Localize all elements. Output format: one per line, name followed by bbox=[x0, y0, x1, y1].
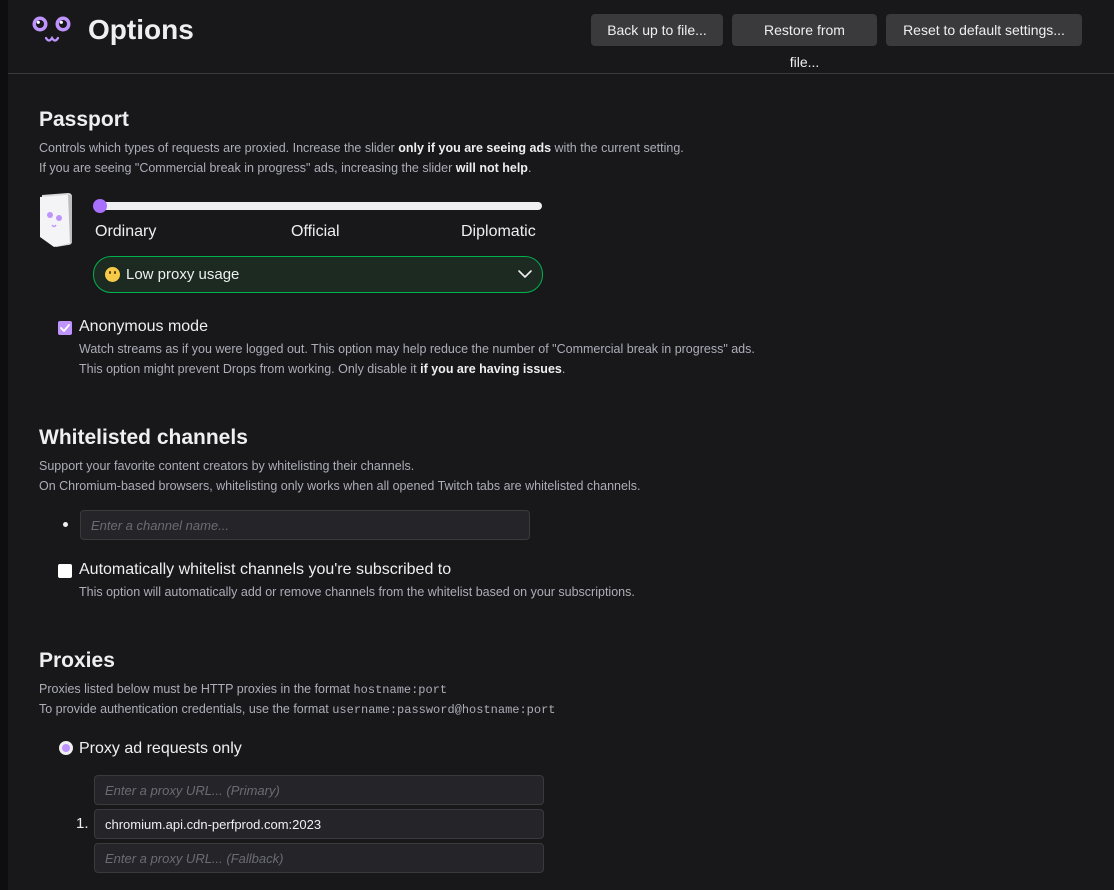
proxies-description-1: Proxies listed below must be HTTP proxie… bbox=[39, 682, 448, 697]
passport-description-1: Controls which types of requests are pro… bbox=[39, 141, 684, 155]
anonymous-mode-description-2: This option might prevent Drops from wor… bbox=[79, 362, 566, 376]
whitelist-heading: Whitelisted channels bbox=[39, 426, 248, 449]
passport-heading: Passport bbox=[39, 108, 129, 131]
whitelist-description-2: On Chromium-based browsers, whitelisting… bbox=[39, 479, 641, 493]
passport-icon bbox=[40, 193, 72, 247]
proxy-usage-dropdown[interactable]: Low proxy usage bbox=[93, 256, 543, 293]
proxy-ad-requests-label: Proxy ad requests only bbox=[79, 740, 242, 757]
auto-whitelist-checkbox[interactable] bbox=[58, 564, 72, 578]
auto-whitelist-label: Automatically whitelist channels you're … bbox=[79, 561, 452, 578]
whitelist-description-1: Support your favorite content creators b… bbox=[39, 459, 415, 473]
passport-description-2: If you are seeing "Commercial break in p… bbox=[39, 161, 532, 175]
anonymous-mode-label: Anonymous mode bbox=[79, 318, 208, 335]
proxies-description-2: To provide authentication credentials, u… bbox=[39, 702, 556, 717]
list-bullet bbox=[63, 522, 68, 527]
anonymous-mode-description-1: Watch streams as if you were logged out.… bbox=[79, 342, 755, 356]
restore-button[interactable]: Restore from file... bbox=[732, 14, 877, 70]
proxy-ad-requests-radio[interactable] bbox=[59, 741, 73, 755]
proxy-url-input[interactable] bbox=[94, 809, 544, 839]
fallback-proxy-input[interactable] bbox=[94, 843, 544, 873]
proxy-usage-value: Low proxy usage bbox=[126, 266, 240, 283]
checkmark-icon bbox=[60, 324, 70, 332]
primary-proxy-input[interactable] bbox=[94, 775, 544, 805]
slider-label-ordinary: Ordinary bbox=[95, 223, 157, 240]
slider-label-official: Official bbox=[291, 223, 340, 240]
smile-emoji-icon bbox=[105, 267, 120, 282]
backup-button[interactable]: Back up to file... bbox=[591, 14, 723, 46]
auto-whitelist-description: This option will automatically add or re… bbox=[79, 585, 635, 599]
app-logo-icon bbox=[32, 16, 71, 42]
passport-slider-thumb[interactable] bbox=[93, 199, 107, 213]
channel-name-input[interactable] bbox=[80, 510, 530, 540]
slider-label-diplomatic: Diplomatic bbox=[461, 223, 536, 240]
proxies-heading: Proxies bbox=[39, 649, 115, 672]
anonymous-mode-checkbox[interactable] bbox=[58, 321, 72, 335]
proxy-list-number: 1. bbox=[76, 815, 89, 832]
reset-button[interactable]: Reset to default settings... bbox=[886, 14, 1082, 46]
page-title: Options bbox=[88, 14, 194, 45]
passport-slider[interactable] bbox=[100, 202, 542, 210]
header: Options Back up to file... Restore from … bbox=[8, 0, 1114, 74]
chevron-down-icon bbox=[518, 270, 532, 278]
options-page: Options Back up to file... Restore from … bbox=[8, 0, 1114, 890]
